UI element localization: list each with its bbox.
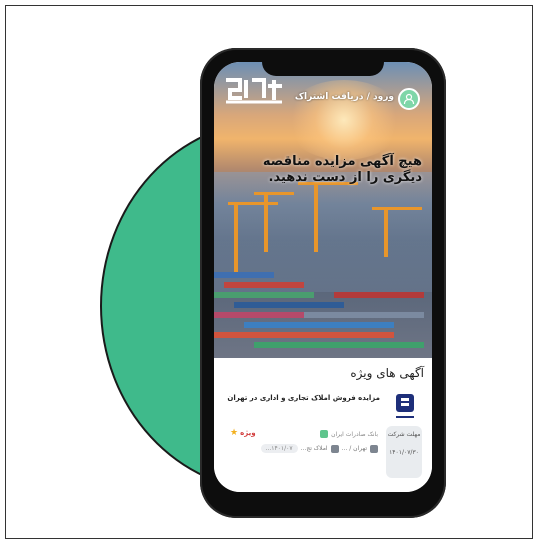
container-row — [304, 312, 424, 318]
login-link[interactable]: ورود / دریافت اشتراک — [295, 92, 394, 102]
container-row — [334, 292, 424, 298]
special-badge-label: ویژه — [240, 429, 256, 437]
deadline-label: مهلت شرکت — [387, 431, 421, 438]
location-icon — [370, 444, 378, 453]
card-location: تهران / ... — [341, 445, 367, 452]
container-row — [234, 302, 344, 308]
crane — [234, 202, 238, 272]
phone-notch — [262, 58, 384, 76]
container-row — [214, 272, 274, 278]
hero-port-yard — [214, 182, 432, 358]
deadline-date: ۱۴۰۱/۰۷/۳۰ — [389, 449, 419, 456]
featured-panel: آگهی های ویژه مزایده فروش املاک تجاری و … — [214, 358, 432, 492]
crane — [228, 202, 278, 205]
star-icon: ★ — [230, 428, 239, 438]
featured-card[interactable]: مزایده فروش املاک تجاری و اداری در تهران… — [218, 386, 428, 486]
container-row — [224, 282, 304, 288]
crane — [254, 192, 294, 195]
bank-logo-icon — [396, 394, 414, 418]
phone-screen: ورود / دریافت اشتراک هیچ آگهی مزایده منا… — [214, 62, 432, 492]
category-icon — [330, 444, 339, 453]
card-meta-row: تهران / ... املاک تج... ۱۴۰۱/۰۷... — [260, 444, 378, 453]
hero-banner: ورود / دریافت اشتراک هیچ آگهی مزایده منا… — [214, 62, 432, 358]
crane — [372, 207, 422, 210]
section-title: آگهی های ویژه — [350, 366, 424, 380]
deadline-box: مهلت شرکت ۱۴۰۱/۰۷/۳۰ — [386, 426, 422, 478]
organization-name: بانک صادرات ایران — [331, 430, 378, 438]
container-row — [254, 342, 424, 348]
crane — [314, 182, 318, 252]
organization-icon — [320, 430, 329, 438]
crane — [384, 207, 388, 257]
organization-row: بانک صادرات ایران — [320, 430, 378, 438]
container-row — [214, 292, 314, 298]
app-logo — [226, 78, 282, 104]
crane — [264, 192, 268, 252]
container-row — [244, 322, 394, 328]
card-category: املاک تج... — [300, 445, 328, 452]
container-row — [214, 332, 394, 338]
user-icon[interactable] — [398, 88, 420, 110]
special-badge: ★ ویژه — [230, 428, 256, 438]
hero-headline: هیچ آگهی مزایده مناقصه دیگری را از دست ن… — [262, 154, 422, 185]
card-title[interactable]: مزایده فروش املاک تجاری و اداری در تهران — [227, 394, 380, 402]
date-chip: ۱۴۰۱/۰۷... — [260, 444, 298, 453]
